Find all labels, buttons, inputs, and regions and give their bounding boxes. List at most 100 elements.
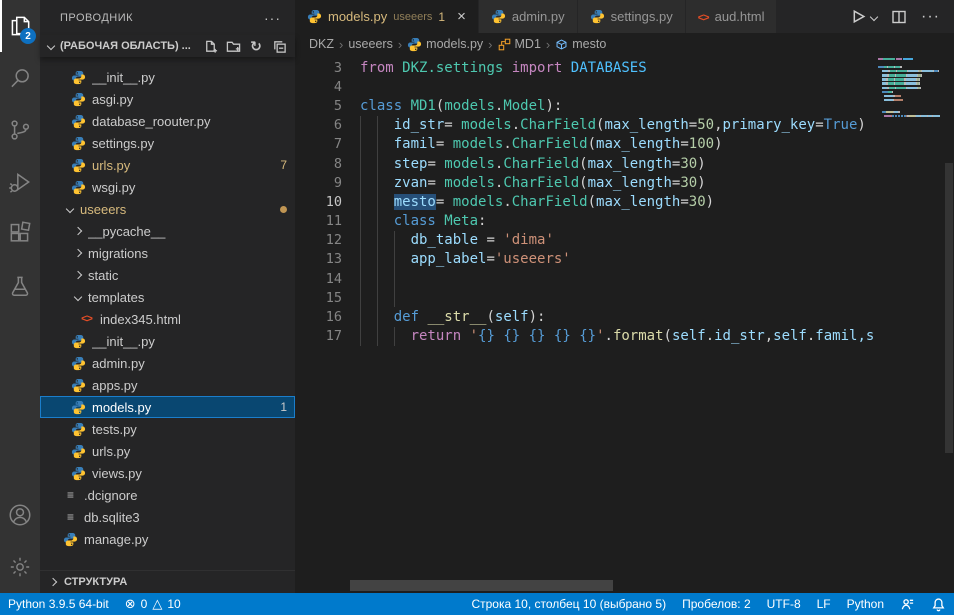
chevron-right-icon (74, 249, 82, 257)
status-encoding[interactable]: UTF-8 (759, 593, 809, 615)
tree-item-index345-html[interactable]: <>index345.html (40, 308, 295, 330)
breadcrumb-label: DKZ (309, 37, 334, 51)
indent-guide (394, 231, 395, 250)
tree-item-label: tests.py (92, 422, 287, 437)
more-actions-button[interactable]: ··· (921, 8, 940, 26)
indent-guide (377, 250, 378, 269)
vertical-scrollbar[interactable] (944, 55, 954, 593)
tree-item-useeers[interactable]: useeers (40, 198, 295, 220)
horizontal-scrollbar-thumb[interactable] (350, 580, 613, 591)
more-actions-icon[interactable]: ··· (264, 10, 281, 26)
tree-item-views-py[interactable]: views.py (40, 462, 295, 484)
status-notifications[interactable] (923, 593, 954, 615)
indent-guide (360, 307, 361, 326)
tab-label: admin.py (512, 9, 565, 24)
status-end-of-line[interactable]: LF (809, 593, 839, 615)
tree-item--pycache-[interactable]: __pycache__ (40, 220, 295, 242)
minimap-line (878, 111, 944, 113)
status-language-mode[interactable]: Python (839, 593, 892, 615)
breadcrumb-item-mesto[interactable]: mesto (555, 37, 606, 51)
tree-item-db-sqlite3[interactable]: ≡db.sqlite3 (40, 506, 295, 528)
tree-item--init-py[interactable]: __init__.py (40, 66, 295, 88)
status-label: UTF-8 (767, 597, 801, 611)
new-file-button[interactable] (202, 38, 218, 54)
breadcrumb-label: mesto (572, 37, 606, 51)
tree-item-settings-py[interactable]: settings.py (40, 132, 295, 154)
minimap-line (878, 115, 944, 117)
tree-item--dcignore[interactable]: ≡.dcignore (40, 484, 295, 506)
error-icon: ⊗ (125, 596, 136, 612)
html-icon: <> (81, 313, 92, 325)
python-icon (71, 114, 86, 129)
breadcrumb-item-useeers[interactable]: useeers (348, 37, 392, 51)
activity-run-and-debug[interactable] (0, 156, 40, 208)
tree-item-apps-py[interactable]: apps.py (40, 374, 295, 396)
line-number: 10 (295, 194, 342, 210)
tree-item-database-roouter-py[interactable]: database_roouter.py (40, 110, 295, 132)
indent-guide (360, 154, 361, 173)
tree-item-wsgi-py[interactable]: wsgi.py (40, 176, 295, 198)
tree-item-tests-py[interactable]: tests.py (40, 418, 295, 440)
tree-item-migrations[interactable]: migrations (40, 242, 295, 264)
class-symbol-icon (498, 38, 511, 51)
status-feedback[interactable] (892, 593, 923, 615)
collapse-all-button[interactable] (271, 38, 287, 54)
python-icon (491, 9, 506, 24)
indent-guide (394, 269, 395, 288)
minimap[interactable] (878, 58, 944, 119)
breadcrumb-item-dkz[interactable]: DKZ (309, 37, 334, 51)
tab-admin-py[interactable]: admin.py (479, 0, 578, 33)
code-editor[interactable]: 3from DKZ.settings import DATABASES45cla… (295, 55, 954, 593)
refresh-icon: ↻ (250, 38, 262, 55)
tree-item-admin-py[interactable]: admin.py (40, 352, 295, 374)
tree-item--init-py[interactable]: __init__.py (40, 330, 295, 352)
activity-accounts[interactable] (0, 489, 40, 541)
breadcrumb-separator: › (488, 37, 492, 52)
status-problems[interactable]: ⊗0△10 (117, 593, 189, 615)
tree-item-templates[interactable]: templates (40, 286, 295, 308)
indent-guide (377, 231, 378, 250)
tree-item-static[interactable]: static (40, 264, 295, 286)
status-cursor-position[interactable]: Строка 10, столбец 10 (выбрано 5) (463, 593, 674, 615)
breadcrumb-label: MD1 (515, 37, 541, 51)
tree-item-asgi-py[interactable]: asgi.py (40, 88, 295, 110)
tree-item-label: urls.py (92, 158, 274, 173)
activity-explorer[interactable]: 2 (0, 0, 40, 52)
tab-aud-html[interactable]: <>aud.html (686, 0, 778, 33)
tree-item-index2-html[interactable]: <>index2.html (40, 57, 295, 66)
new-folder-button[interactable] (225, 38, 241, 54)
breadcrumb-item-md1[interactable]: MD1 (498, 37, 541, 51)
activity-bar-bottom (0, 489, 40, 593)
line-number: 5 (295, 98, 342, 114)
breadcrumb-label: useeers (348, 37, 392, 51)
status-indentation[interactable]: Пробелов: 2 (674, 593, 759, 615)
status-python-interpreter[interactable]: Python 3.9.5 64-bit (0, 593, 117, 615)
run-button[interactable] (849, 8, 877, 25)
tree-item-models-py[interactable]: models.py1 (40, 396, 295, 418)
indent-guide (377, 212, 378, 231)
tree-item-urls-py[interactable]: urls.py7 (40, 154, 295, 176)
workspace-section-header[interactable]: (РАБОЧАЯ ОБЛАСТЬ) ... ↻ (40, 35, 295, 57)
tree-item-label: manage.py (84, 532, 287, 547)
vertical-scrollbar-thumb[interactable] (945, 163, 953, 453)
split-editor-button[interactable] (891, 9, 907, 25)
line-content: zvan= models.CharField(max_length=30) (360, 173, 706, 192)
close-icon[interactable]: × (457, 8, 466, 25)
outline-section-header[interactable]: СТРУКТУРА (40, 570, 295, 593)
activity-manage[interactable] (0, 541, 40, 593)
activity-testing[interactable] (0, 260, 40, 312)
indent-guide (377, 154, 378, 173)
tree-item-urls-py[interactable]: urls.py (40, 440, 295, 462)
beaker-icon (7, 273, 33, 299)
activity-source-control[interactable] (0, 104, 40, 156)
indent-guide (360, 269, 361, 288)
activity-search[interactable] (0, 52, 40, 104)
activity-extensions[interactable] (0, 208, 40, 260)
refresh-button[interactable]: ↻ (248, 38, 264, 54)
indent-guide (377, 327, 378, 346)
tab-settings-py[interactable]: settings.py (578, 0, 686, 33)
tree-item-manage-py[interactable]: manage.py (40, 528, 295, 550)
tab-models-py[interactable]: models.pyuseeers1× (295, 0, 479, 33)
minimap-line (878, 66, 944, 68)
breadcrumb-item-models-py[interactable]: models.py (407, 37, 483, 52)
